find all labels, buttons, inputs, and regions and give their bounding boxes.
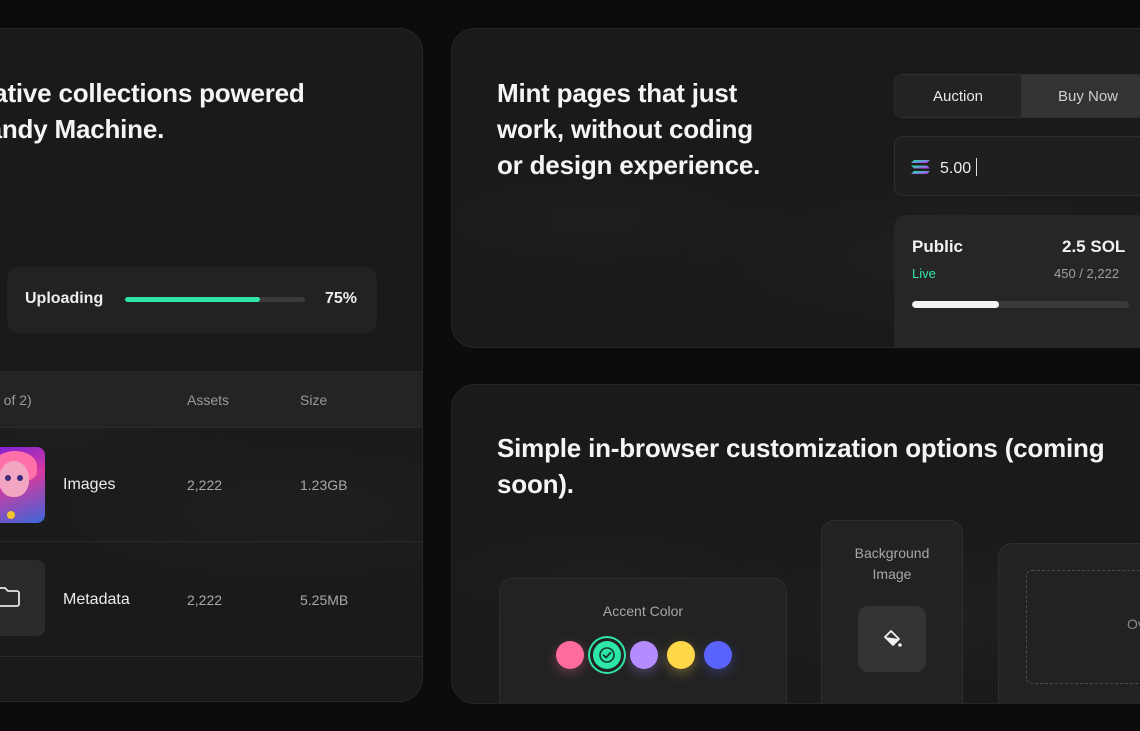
row-name: Metadata [63,591,130,608]
phase-status: Live [912,266,936,281]
customization-card-heading: Simple in-browser customization options … [497,430,1105,502]
tab-buy-now[interactable]: Buy Now [1021,75,1140,117]
image-thumbnail [0,447,45,523]
row-assets: 2,222 [187,477,223,493]
phase-name: Public [912,237,964,256]
row-name: Images [63,476,116,493]
upload-progress-bar [125,297,305,302]
accent-color-label: Accent Color [602,603,684,619]
accent-color-panel: Accent Color [499,578,787,703]
heading-line: Simple in-browser customization options … [497,433,1105,463]
upload-card: erative collections powered Candy Machin… [0,28,423,702]
size-column-header[interactable]: Size [300,392,327,408]
customization-card: Simple in-browser customization options … [451,384,1140,704]
mint-progress-bar [912,301,1129,308]
heading-line: soon). [497,469,574,499]
accent-swatches [556,641,732,669]
upload-label: Uploading [25,290,104,307]
upload-percent: 75% [324,290,357,307]
check-icon [599,647,615,663]
dropzone-text: Ov [1127,616,1140,632]
label-line: Image [872,566,912,582]
upload-card-heading: erative collections powered Candy Machin… [0,75,305,147]
mint-phase-panel: Public 2.5 SOL Live 450 / 2,222 [894,215,1140,347]
background-image-button[interactable] [858,606,926,672]
heading-line: Candy Machine. [0,114,165,144]
heading-line: or design experience. [497,150,761,180]
folder-column-header[interactable]: er (2 of 2) [0,392,32,408]
phase-count: 450 / 2,222 [1054,266,1120,281]
price-input[interactable]: 5.00 [894,136,1140,196]
heading-line: work, without coding [497,114,753,144]
paint-bucket-icon [884,630,902,647]
color-swatch[interactable] [667,641,695,669]
background-image-label: Background Image [822,543,962,585]
dropzone[interactable]: Ov [1026,570,1140,684]
color-swatch[interactable] [556,641,584,669]
upload-progress-panel: Uploading 75% [7,267,377,333]
phase-price: 2.5 SOL [1062,237,1126,256]
color-swatch[interactable] [704,641,732,669]
price-value: 5.00 [940,160,972,177]
mint-card-heading: Mint pages that just work, without codin… [497,75,760,183]
text-caret [976,158,978,176]
color-swatch[interactable] [630,641,658,669]
assets-column-header[interactable]: Assets [187,392,229,408]
row-size: 1.23GB [300,477,348,493]
row-assets: 2,222 [187,592,223,608]
mint-progress-fill [912,301,999,308]
folder-icon [0,560,45,636]
table-row[interactable]: Images 2,222 1.23GB [0,428,422,542]
tab-auction[interactable]: Auction [895,75,1021,117]
table-row[interactable]: Metadata 2,222 5.25MB [0,543,422,657]
table-header: er (2 of 2) Assets Size [0,371,422,428]
solana-icon [911,160,930,174]
label-line: Background [854,545,930,561]
mint-card: Mint pages that just work, without codin… [451,28,1140,348]
third-option-panel: Ov [998,543,1140,703]
background-image-panel: Background Image [821,520,963,703]
heading-line: erative collections powered [0,78,305,108]
row-size: 5.25MB [300,592,349,608]
heading-line: Mint pages that just [497,78,738,108]
upload-progress-fill [125,297,260,302]
sale-type-toggle: Auction Buy Now [894,74,1140,118]
color-swatch[interactable] [593,641,621,669]
